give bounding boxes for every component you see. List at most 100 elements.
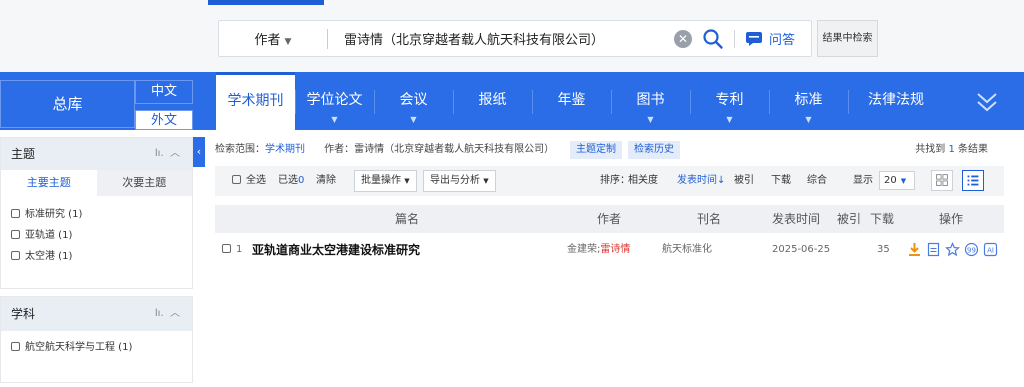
chart-icon[interactable]: lı. xyxy=(155,148,164,159)
clear-icon[interactable]: ✕ xyxy=(673,29,692,48)
tab-patents[interactable]: 专利 ▼ xyxy=(690,72,769,130)
column-author: 作者 xyxy=(597,212,622,226)
checkbox[interactable] xyxy=(11,230,20,239)
grid-view-icon[interactable] xyxy=(931,170,953,191)
download-icon[interactable] xyxy=(907,242,922,257)
chevron-down-icon: ▼ xyxy=(483,177,489,185)
tab-label: 图书 xyxy=(636,92,665,108)
panel-title: 主题 xyxy=(11,147,36,161)
sort-cited[interactable]: 被引 xyxy=(734,166,754,196)
library-chinese-button[interactable]: 中文 xyxy=(135,80,193,104)
checkbox[interactable] xyxy=(11,251,20,260)
chevron-down-icon: ▼ xyxy=(726,115,733,124)
checkbox[interactable] xyxy=(222,244,231,253)
cite-icon[interactable]: 99 xyxy=(964,242,979,257)
author-link[interactable]: 金建荣; xyxy=(567,244,600,255)
author-link-highlight[interactable]: 雷诗情 xyxy=(600,244,630,255)
scope-label: 检索范围： xyxy=(215,144,265,155)
tab-label: 标准 xyxy=(794,92,823,108)
search-history-button[interactable]: 检索历史 xyxy=(627,141,680,159)
tab-label: 报纸 xyxy=(478,92,507,108)
search-in-results-button[interactable]: 结果中检索 xyxy=(817,20,878,57)
scope-value[interactable]: 学术期刊 xyxy=(265,144,305,155)
tab-theses[interactable]: 学位论文 ▼ xyxy=(295,72,374,130)
column-cited: 被引 xyxy=(837,212,862,226)
export-analysis-button[interactable]: 导出与分析 ▼ xyxy=(423,170,496,192)
ai-icon[interactable]: AI xyxy=(983,242,998,257)
qa-button[interactable]: 问答 xyxy=(769,29,795,48)
tab-standards[interactable]: 标准 ▼ xyxy=(769,72,848,130)
chevron-up-icon[interactable]: ︿ xyxy=(170,148,180,159)
batch-operations-button[interactable]: 批量操作 ▼ xyxy=(354,170,417,192)
tab-books[interactable]: 图书 ▼ xyxy=(611,72,690,130)
sort-date[interactable]: 发表时间↓ xyxy=(677,166,725,196)
tab-label: 年鉴 xyxy=(557,92,586,108)
topic-filter-panel: 主题 lı. ︿ 主要主题 次要主题 标准研究 (1) 亚轨道 (1) 太空港 … xyxy=(0,137,193,289)
table-row: 1 亚轨道商业太空港建设标准研究 金建荣;雷诗情 航天标准化 2025-06-2… xyxy=(215,234,1004,266)
filter-item[interactable]: 航空航天科学与工程 (1) xyxy=(1,337,192,358)
author-cell: 金建荣;雷诗情 xyxy=(567,234,630,266)
tab-newspapers[interactable]: 报纸 xyxy=(453,72,532,130)
batch-label: 批量操作 xyxy=(361,175,401,186)
sort-relevance[interactable]: 相关度 xyxy=(628,166,658,196)
journal-link[interactable]: 航天标准化 xyxy=(662,234,712,266)
filter-item[interactable]: 亚轨道 (1) xyxy=(1,225,192,246)
chevron-down-icon: ▼ xyxy=(647,115,654,124)
search-field-select[interactable]: 作者 ▼ xyxy=(219,29,327,48)
html-read-icon[interactable] xyxy=(926,242,941,257)
favorite-icon[interactable] xyxy=(945,242,960,257)
chevron-up-icon[interactable]: ︿ xyxy=(170,308,180,319)
topic-custom-button[interactable]: 主题定制 xyxy=(569,141,622,159)
filter-label: 标准研究 (1) xyxy=(25,209,83,220)
tab-label: 法律法规 xyxy=(868,92,924,108)
tab-label: 学术期刊 xyxy=(227,93,284,109)
library-foreign-button[interactable]: 外文 xyxy=(135,110,193,130)
expand-more-icon[interactable] xyxy=(972,88,1002,116)
subtab-secondary-topic[interactable]: 次要主题 xyxy=(96,170,192,196)
export-label: 导出与分析 xyxy=(430,175,480,186)
tab-conferences[interactable]: 会议 ▼ xyxy=(374,72,453,130)
filter-label: 太空港 (1) xyxy=(25,251,73,262)
search-icon[interactable] xyxy=(702,28,724,50)
tab-yearbooks[interactable]: 年鉴 xyxy=(532,72,611,130)
article-title-link[interactable]: 亚轨道商业太空港建设标准研究 xyxy=(252,234,420,266)
download-count: 35 xyxy=(877,244,890,255)
column-journal: 刊名 xyxy=(697,212,722,226)
sort-downloads[interactable]: 下载 xyxy=(771,166,791,196)
select-all[interactable]: 全选 xyxy=(232,166,266,196)
show-label: 显示 xyxy=(853,175,873,186)
panel-header: 主题 lı. ︿ xyxy=(1,138,192,170)
search-input[interactable]: 雷诗情（北京穿越者载人航天科技有限公司） xyxy=(328,29,674,48)
filter-label: 航空航天科学与工程 (1) xyxy=(25,342,133,353)
checkbox[interactable] xyxy=(11,342,20,351)
clear-button[interactable]: 清除 xyxy=(316,166,336,196)
row-select[interactable]: 1 xyxy=(222,234,242,266)
chart-icon[interactable]: lı. xyxy=(155,308,164,319)
chevron-down-icon: ▼ xyxy=(284,37,292,47)
tab-journals[interactable]: 学术期刊 xyxy=(216,72,295,132)
chat-icon[interactable] xyxy=(745,31,763,47)
sort-label: 排序： xyxy=(600,175,630,186)
filter-label: 亚轨道 (1) xyxy=(25,230,73,241)
tab-laws[interactable]: 法律法规 xyxy=(848,72,944,130)
panel-header: 学科 lı. ︿ xyxy=(1,297,192,331)
subtab-main-topic[interactable]: 主要主题 xyxy=(1,170,97,196)
topic-subtabs: 主要主题 次要主题 xyxy=(1,170,192,196)
checkbox[interactable] xyxy=(11,209,20,218)
tab-label: 会议 xyxy=(399,92,428,108)
checkbox[interactable] xyxy=(232,175,241,184)
list-view-icon[interactable] xyxy=(962,170,984,191)
svg-text:AI: AI xyxy=(987,247,994,255)
page-size-select[interactable]: 20 ▼ xyxy=(879,171,915,190)
panel-title: 学科 xyxy=(11,307,36,321)
collapse-sidebar-icon[interactable]: ‹ xyxy=(193,137,205,167)
search-box: 作者 ▼ 雷诗情（北京穿越者载人航天科技有限公司） ✕ 问答 xyxy=(218,20,812,57)
search-scope-row: 检索范围：学术期刊 作者：雷诗情（北京穿越者载人航天科技有限公司） 主题定制 检索… xyxy=(215,140,1000,160)
sort-composite[interactable]: 综合 xyxy=(807,166,827,196)
library-total-button[interactable]: 总库 xyxy=(0,80,135,128)
tab-label: 专利 xyxy=(715,92,744,108)
column-title: 篇名 xyxy=(395,212,420,226)
filter-item[interactable]: 标准研究 (1) xyxy=(1,204,192,225)
chevron-down-icon: ▼ xyxy=(404,177,410,185)
filter-item[interactable]: 太空港 (1) xyxy=(1,246,192,267)
